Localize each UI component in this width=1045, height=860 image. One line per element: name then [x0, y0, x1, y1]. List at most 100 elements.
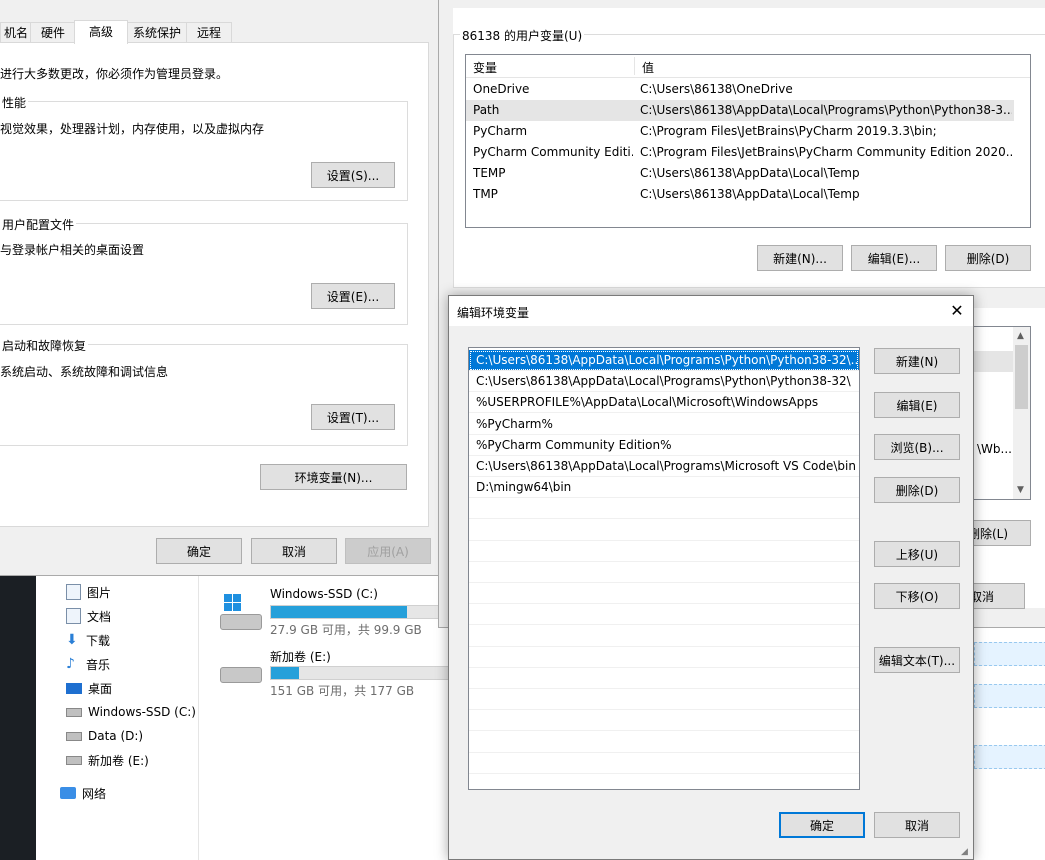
empty-row[interactable]: [469, 541, 859, 562]
nav-item-label: Data (D:): [88, 729, 144, 743]
path-entry-text: C:\Users\86138\AppData\Local\Programs\Mi…: [476, 459, 856, 473]
nav-item[interactable]: Data (D:): [66, 724, 143, 748]
user-profile-settings-button[interactable]: 设置(E)...: [311, 283, 395, 309]
empty-row[interactable]: [469, 668, 859, 689]
dialog-ok-button[interactable]: 确定: [779, 812, 865, 838]
variable-value: C:\Users\86138\OneDrive: [640, 82, 793, 96]
path-delete-button[interactable]: 删除(D): [874, 477, 960, 503]
path-new-button[interactable]: 新建(N): [874, 348, 960, 374]
nav-item[interactable]: 新加卷 (E:): [66, 748, 149, 772]
nav-item[interactable]: 桌面: [66, 676, 112, 700]
empty-row[interactable]: [469, 710, 859, 732]
empty-row[interactable]: [469, 689, 859, 711]
startup-recovery-desc: 系统启动、系统故障和调试信息: [0, 365, 169, 379]
variable-value: C:\Users\86138\AppData\Local\Temp: [640, 166, 860, 180]
environment-variables-button[interactable]: 环境变量(N)...: [260, 464, 407, 490]
variable-name: PyCharm Community Editi...: [473, 145, 633, 159]
user-variable-row[interactable]: TMP C:\Users\86138\AppData\Local\Temp: [466, 184, 1014, 205]
system-var-partial-text: \Wb...: [977, 442, 1012, 456]
dialog-cancel-button[interactable]: 取消: [874, 812, 960, 838]
tab-advanced[interactable]: 高级: [74, 20, 128, 44]
path-entry-row[interactable]: D:\mingw64\bin: [469, 477, 859, 499]
user-variables-title: 86138 的用户变量(U): [460, 27, 585, 44]
drive-e-free: 151 GB 可用，共 177 GB: [270, 684, 415, 698]
sysprops-cancel-button[interactable]: 取消: [251, 538, 337, 564]
column-header-value[interactable]: 值: [642, 59, 654, 76]
drive-e-name: 新加卷 (E:): [270, 650, 331, 664]
user-variable-row[interactable]: TEMP C:\Users\86138\AppData\Local\Temp: [466, 163, 1014, 184]
nav-item-label: 新加卷 (E:): [88, 753, 149, 768]
nav-item[interactable]: Windows-SSD (C:): [66, 700, 196, 724]
user-var-new-button[interactable]: 新建(N)...: [757, 245, 843, 271]
dialog-title: 编辑环境变量: [457, 306, 530, 320]
path-entry-row[interactable]: %USERPROFILE%\AppData\Local\Microsoft\Wi…: [469, 392, 859, 414]
startup-recovery-title: 启动和故障恢复: [0, 337, 89, 354]
tab-computer-name[interactable]: 机名: [0, 22, 32, 43]
startup-recovery-settings-button[interactable]: 设置(T)...: [311, 404, 395, 430]
nav-item-label: 桌面: [88, 681, 113, 696]
path-entries-list: C:\Users\86138\AppData\Local\Programs\Py…: [468, 347, 860, 790]
path-browse-button[interactable]: 浏览(B)...: [874, 434, 960, 460]
drive-icon: [66, 731, 82, 741]
performance-settings-button[interactable]: 设置(S)...: [311, 162, 395, 188]
empty-row[interactable]: [469, 604, 859, 626]
desktop-icon: [66, 682, 82, 694]
empty-row[interactable]: [469, 583, 859, 605]
nav-item[interactable]: 文档: [66, 604, 111, 628]
empty-row[interactable]: [469, 626, 859, 647]
scroll-down-icon[interactable]: ▼: [1017, 485, 1024, 495]
user-var-edit-button[interactable]: 编辑(E)...: [851, 245, 937, 271]
music-icon: ♪: [66, 656, 75, 672]
empty-row[interactable]: [469, 753, 859, 774]
nav-item[interactable]: ⬇ 下载: [66, 628, 110, 652]
empty-row[interactable]: [469, 732, 859, 753]
path-edit-button[interactable]: 编辑(E): [874, 392, 960, 418]
path-entry-row[interactable]: %PyCharm Community Edition%: [469, 435, 859, 456]
user-profile-title: 用户配置文件: [0, 216, 77, 233]
column-header-variable[interactable]: 变量: [473, 59, 497, 76]
empty-row[interactable]: [469, 647, 859, 668]
scroll-thumb[interactable]: [1015, 345, 1028, 409]
resize-grip-icon[interactable]: ◢: [961, 847, 971, 857]
close-icon[interactable]: ✕: [945, 300, 969, 322]
empty-row[interactable]: [469, 498, 859, 520]
sysprops-ok-button[interactable]: 确定: [156, 538, 242, 564]
nav-item[interactable]: 图片: [66, 580, 111, 604]
empty-row[interactable]: [469, 562, 859, 583]
path-move-up-button[interactable]: 上移(U): [874, 541, 960, 567]
path-entry-text: C:\Users\86138\AppData\Local\Programs\Py…: [476, 374, 851, 389]
path-entry-row[interactable]: C:\Users\86138\AppData\Local\Programs\Py…: [469, 350, 859, 371]
path-move-down-button[interactable]: 下移(O): [874, 583, 960, 609]
user-var-delete-button[interactable]: 删除(D): [945, 245, 1031, 271]
scroll-up-icon[interactable]: ▲: [1017, 331, 1024, 341]
drive-c-free: 27.9 GB 可用，共 99.9 GB: [270, 623, 422, 637]
nav-item-label: 图片: [87, 585, 112, 600]
documents-icon: [66, 608, 81, 624]
performance-title: 性能: [0, 94, 29, 111]
sysprops-apply-button[interactable]: 应用(A): [345, 538, 431, 564]
drive-icon: [66, 707, 82, 717]
tab-system-protection[interactable]: 系统保护: [126, 22, 188, 43]
path-entry-text: D:\mingw64\bin: [476, 480, 572, 495]
variable-value: C:\Program Files\JetBrains\PyCharm 2019.…: [640, 124, 937, 138]
path-entry-row[interactable]: C:\Users\86138\AppData\Local\Programs\Py…: [469, 371, 859, 393]
network-item[interactable]: 网络: [60, 782, 190, 804]
empty-row[interactable]: [469, 520, 859, 541]
path-entry-row[interactable]: C:\Users\86138\AppData\Local\Programs\Mi…: [469, 456, 859, 477]
user-variable-row[interactable]: OneDrive C:\Users\86138\OneDrive: [466, 79, 1014, 100]
user-variable-row[interactable]: PyCharm Community Editi... C:\Program Fil…: [466, 142, 1014, 163]
startup-recovery-group: 启动和故障恢复 系统启动、系统故障和调试信息: [0, 337, 408, 446]
right-panel-row: [974, 745, 1045, 769]
user-variable-row[interactable]: PyCharm C:\Program Files\JetBrains\PyChar…: [466, 121, 1014, 142]
user-variable-row[interactable]: Path C:\Users\86138\AppData\Local\Program…: [466, 100, 1014, 121]
path-entry-row[interactable]: %PyCharm%: [469, 414, 859, 435]
tab-hardware[interactable]: 硬件: [30, 22, 76, 43]
user-profile-desc: 与登录帐户相关的桌面设置: [0, 243, 145, 257]
nav-item-label: 文档: [87, 609, 112, 624]
network-icon: [60, 787, 76, 799]
path-edit-text-button[interactable]: 编辑文本(T)...: [874, 647, 960, 673]
nav-item[interactable]: ♪ 音乐: [66, 652, 110, 676]
system-vars-scrollbar[interactable]: ▲ ▼: [1013, 327, 1030, 499]
path-entry-text: C:\Users\86138\AppData\Local\Programs\Py…: [476, 353, 858, 367]
tab-remote[interactable]: 远程: [186, 22, 232, 43]
